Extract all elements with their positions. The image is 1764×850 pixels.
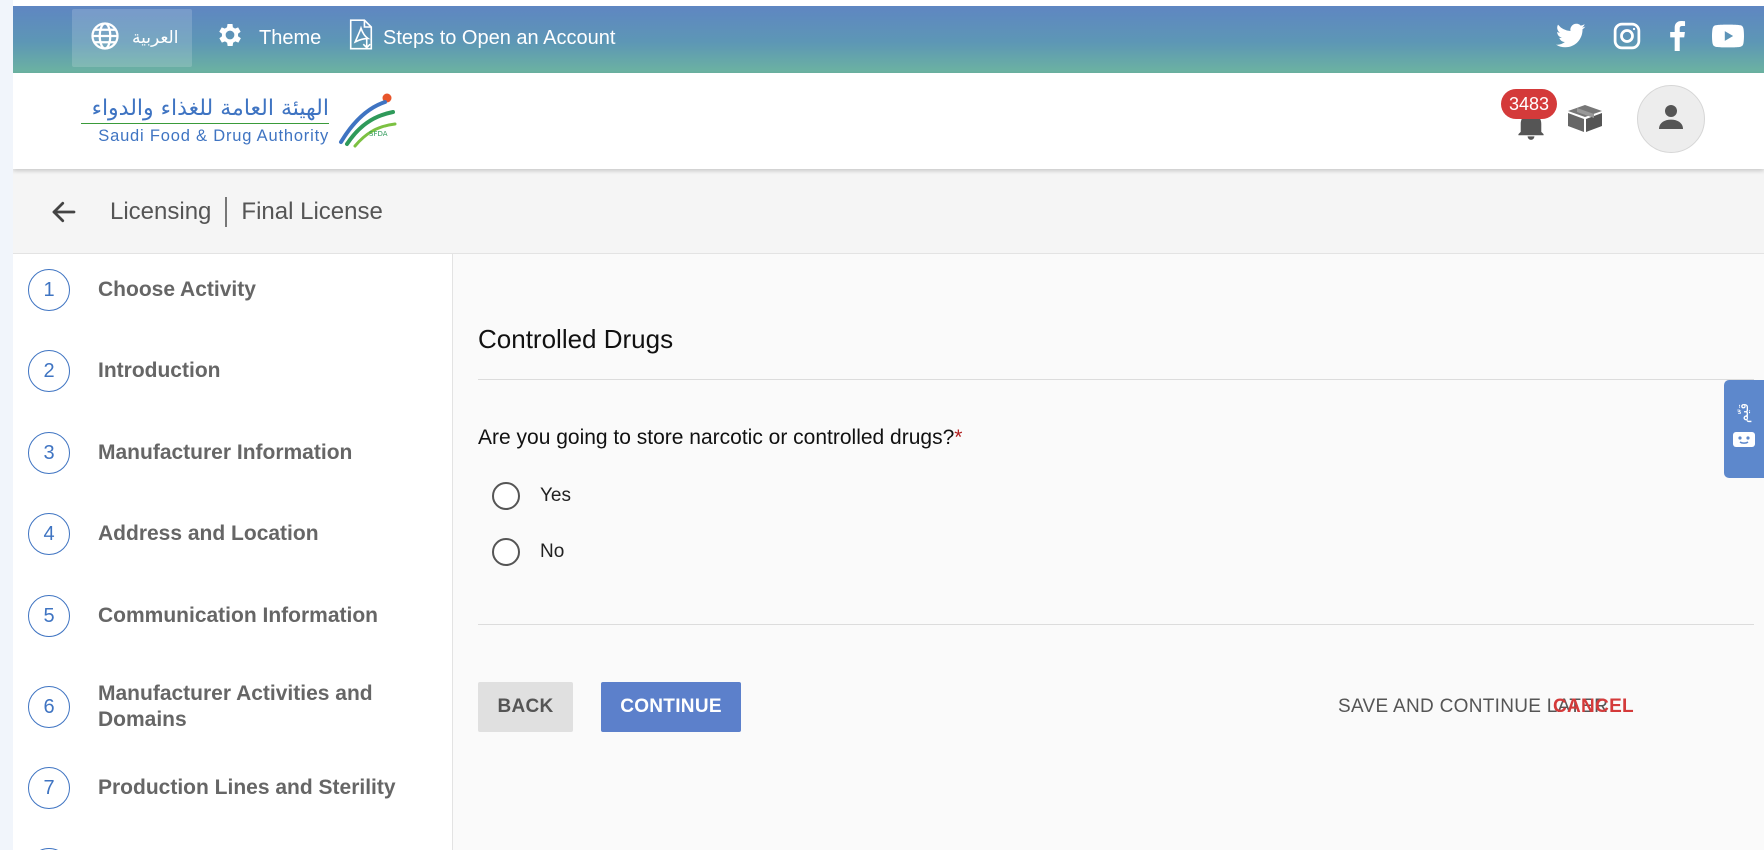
sfda-logo[interactable]: الهيئة العامة للغذاء والدواء Saudi Food … — [81, 91, 421, 151]
section-title: Controlled Drugs — [478, 324, 674, 354]
breadcrumb-final-license: Final License — [241, 198, 383, 225]
person-icon — [1655, 101, 1687, 138]
step-label: Choose Activity — [98, 278, 256, 301]
step-item[interactable]: 7 Production Lines and Sterility — [28, 767, 448, 809]
language-button[interactable]: العربية — [72, 9, 192, 67]
step-label: Manufacturer Activities and Domains — [98, 682, 373, 731]
sfda-emblem-icon: SFDA — [335, 90, 399, 153]
step-item[interactable]: 1 Choose Activity — [28, 269, 448, 311]
logo-arabic-text: الهيئة العامة للغذاء والدواء — [91, 95, 329, 121]
step-item[interactable]: 6 Manufacturer Activities and Domains — [28, 681, 448, 733]
radio-yes-label: Yes — [540, 485, 571, 506]
instagram-icon[interactable] — [1612, 21, 1642, 51]
step-label: Introduction — [98, 359, 221, 382]
social-links — [1556, 20, 1744, 52]
logo-text: الهيئة العامة للغذاء والدواء Saudi Food … — [81, 95, 329, 146]
step-item[interactable]: 2 Introduction — [28, 350, 448, 392]
continue-button[interactable]: CONTINUE — [601, 682, 741, 732]
cancel-button[interactable]: CANCEL — [1553, 682, 1634, 732]
steps-sidebar: 1 Choose Activity 2 Introduction 3 Manuf… — [13, 254, 453, 850]
step-label: Manufacturer Information — [98, 441, 353, 464]
globe-icon — [90, 21, 120, 56]
twitter-icon[interactable] — [1556, 23, 1586, 49]
svg-text:SFDA: SFDA — [369, 130, 388, 138]
step-label: Address and Location — [98, 522, 319, 545]
site-header: الهيئة العامة للغذاء والدواء Saudi Food … — [13, 73, 1764, 169]
step-number: 4 — [28, 513, 70, 555]
step-number: 3 — [28, 432, 70, 474]
step-item[interactable]: 3 Manufacturer Information — [28, 432, 448, 474]
notifications-button[interactable]: 3483 — [1501, 89, 1561, 145]
facebook-icon[interactable] — [1668, 21, 1686, 51]
radio-option-no[interactable]: No — [492, 538, 564, 566]
radio-no-label: No — [540, 541, 565, 562]
breadcrumb-bar: Licensing Final License — [13, 169, 1764, 254]
feedback-side-tab[interactable]: قيّم — [1724, 380, 1764, 478]
back-button[interactable]: BACK — [478, 682, 573, 732]
steps-label: Steps to Open an Account — [383, 26, 616, 49]
pdf-download-icon — [347, 19, 375, 57]
gear-icon — [215, 20, 245, 56]
radio-option-yes[interactable]: Yes — [492, 482, 571, 510]
steps-to-open-account-link[interactable]: Steps to Open an Account — [347, 9, 615, 67]
step-number: 1 — [28, 269, 70, 311]
package-box-icon[interactable] — [1565, 103, 1605, 138]
logo-divider — [81, 122, 329, 124]
breadcrumb-separator — [225, 197, 228, 227]
main-content: Controlled Drugs Are you going to store … — [454, 254, 1764, 850]
breadcrumb-licensing[interactable]: Licensing — [110, 198, 211, 226]
step-number: 7 — [28, 767, 70, 809]
logo-english-text: Saudi Food & Drug Authority — [98, 126, 329, 145]
top-bar: العربية Theme Steps to Open an Account — [13, 6, 1764, 73]
required-mark: * — [954, 426, 963, 449]
step-label: Communication Information — [98, 604, 378, 627]
form-divider — [478, 624, 1754, 625]
step-item[interactable]: 5 Communication Information — [28, 595, 448, 637]
theme-label: Theme — [259, 26, 322, 49]
title-divider — [478, 379, 1754, 380]
step-number: 2 — [28, 350, 70, 392]
left-gutter — [0, 0, 13, 850]
youtube-icon[interactable] — [1712, 24, 1744, 48]
breadcrumb: Licensing Final License — [110, 195, 383, 229]
language-label: العربية — [132, 28, 179, 47]
question-text: Are you going to store narcotic or contr… — [478, 426, 955, 449]
back-arrow-icon[interactable] — [49, 197, 79, 232]
notification-count-badge: 3483 — [1501, 89, 1557, 119]
radio-yes[interactable] — [492, 482, 520, 510]
user-avatar-button[interactable] — [1637, 85, 1705, 153]
step-label: Production Lines and Sterility — [98, 776, 396, 799]
app-window: العربية Theme Steps to Open an Account ا… — [13, 6, 1764, 850]
step-item[interactable]: 4 Address and Location — [28, 513, 448, 555]
radio-no[interactable] — [492, 538, 520, 566]
feedback-tab-label: قيّم — [1735, 402, 1752, 423]
theme-button[interactable]: Theme — [215, 9, 321, 67]
chat-bot-icon — [1732, 429, 1756, 454]
question-label: Are you going to store narcotic or contr… — [478, 426, 962, 450]
step-number: 5 — [28, 595, 70, 637]
step-number: 6 — [28, 686, 70, 728]
